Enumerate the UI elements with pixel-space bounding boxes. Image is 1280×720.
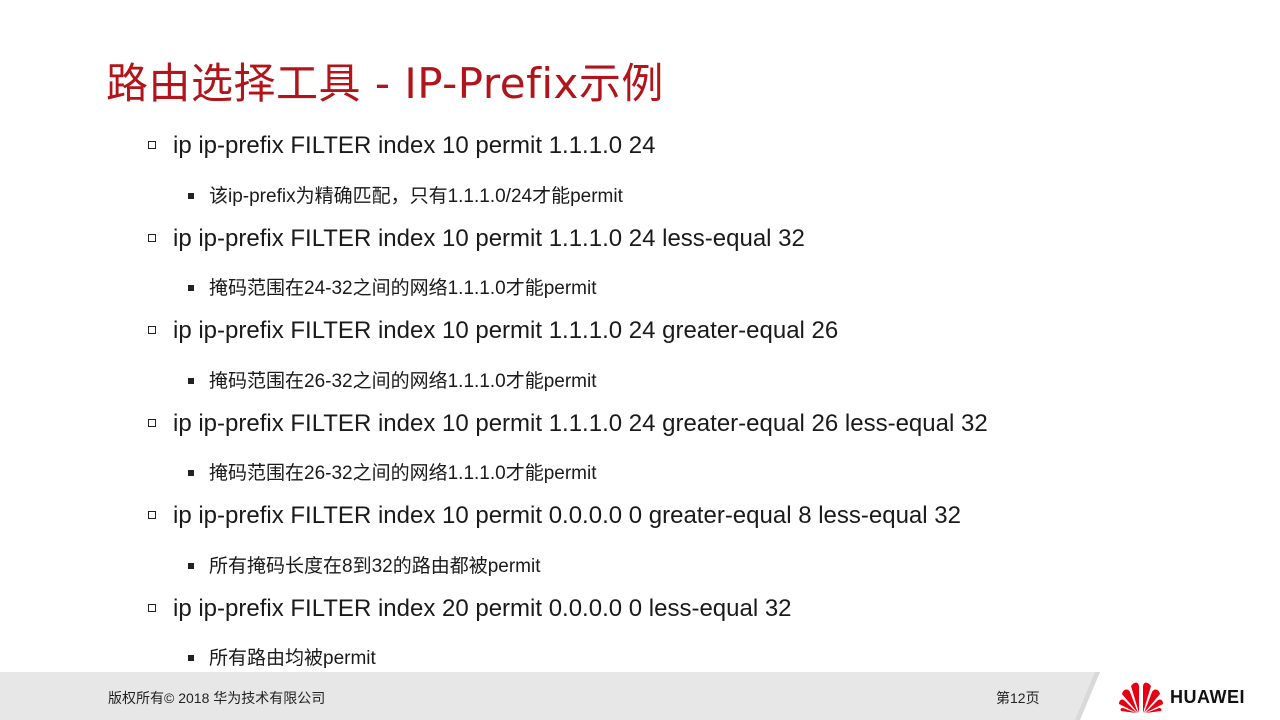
list-item: ip ip-prefix FILTER index 10 permit 1.1.… <box>148 132 655 160</box>
list-item: 所有路由均被permit <box>188 643 376 670</box>
command-text: ip ip-prefix FILTER index 20 permit 0.0.… <box>173 595 792 622</box>
list-item: ip ip-prefix FILTER index 10 permit 1.1.… <box>148 317 838 345</box>
list-item: ip ip-prefix FILTER index 20 permit 0.0.… <box>148 595 792 623</box>
filled-square-bullet-icon <box>188 192 194 199</box>
filled-square-bullet-icon <box>188 654 194 661</box>
filled-square-bullet-icon <box>188 377 194 384</box>
list-item: ip ip-prefix FILTER index 10 permit 1.1.… <box>148 410 988 438</box>
filled-square-bullet-icon <box>188 284 194 291</box>
hollow-square-bullet-icon <box>148 325 156 334</box>
hollow-square-bullet-icon <box>148 603 156 612</box>
footer-bar: 版权所有© 2018 华为技术有限公司 第12页 HUAWEI <box>0 672 1280 720</box>
bullet-list: ip ip-prefix FILTER index 10 permit 1.1.… <box>0 0 1280 680</box>
list-item: 所有掩码长度在8到32的路由都被permit <box>188 551 541 578</box>
explanation-text: 掩码范围在24-32之间的网络1.1.1.0才能permit <box>209 278 597 299</box>
explanation-text: 掩码范围在26-32之间的网络1.1.1.0才能permit <box>209 463 597 484</box>
list-item: 掩码范围在26-32之间的网络1.1.1.0才能permit <box>188 366 597 393</box>
list-item: ip ip-prefix FILTER index 10 permit 0.0.… <box>148 502 961 530</box>
explanation-text: 掩码范围在26-32之间的网络1.1.1.0才能permit <box>209 371 597 392</box>
brand-name: HUAWEI <box>1170 687 1245 707</box>
explanation-text: 所有路由均被permit <box>209 648 376 669</box>
command-text: ip ip-prefix FILTER index 10 permit 1.1.… <box>173 410 988 437</box>
list-item: 该ip-prefix为精确匹配，只有1.1.1.0/24才能permit <box>188 181 623 208</box>
hollow-square-bullet-icon <box>148 233 156 242</box>
explanation-text: 所有掩码长度在8到32的路由都被permit <box>209 556 541 577</box>
huawei-petal-logo-icon <box>1119 682 1163 713</box>
hollow-square-bullet-icon <box>148 140 156 149</box>
hollow-square-bullet-icon <box>148 510 156 519</box>
list-item: 掩码范围在26-32之间的网络1.1.1.0才能permit <box>188 458 597 485</box>
explanation-text: 该ip-prefix为精确匹配，只有1.1.1.0/24才能permit <box>209 186 623 207</box>
list-item: 掩码范围在24-32之间的网络1.1.1.0才能permit <box>188 273 597 300</box>
hollow-square-bullet-icon <box>148 418 156 427</box>
list-item: ip ip-prefix FILTER index 10 permit 1.1.… <box>148 225 805 253</box>
filled-square-bullet-icon <box>188 562 194 569</box>
command-text: ip ip-prefix FILTER index 10 permit 0.0.… <box>173 502 961 529</box>
command-text: ip ip-prefix FILTER index 10 permit 1.1.… <box>173 225 805 252</box>
command-text: ip ip-prefix FILTER index 10 permit 1.1.… <box>173 317 839 344</box>
copyright-text: 版权所有© 2018 华为技术有限公司 <box>108 690 326 706</box>
filled-square-bullet-icon <box>188 469 194 476</box>
page-number: 第12页 <box>996 690 1040 706</box>
command-text: ip ip-prefix FILTER index 10 permit 1.1.… <box>173 132 656 159</box>
